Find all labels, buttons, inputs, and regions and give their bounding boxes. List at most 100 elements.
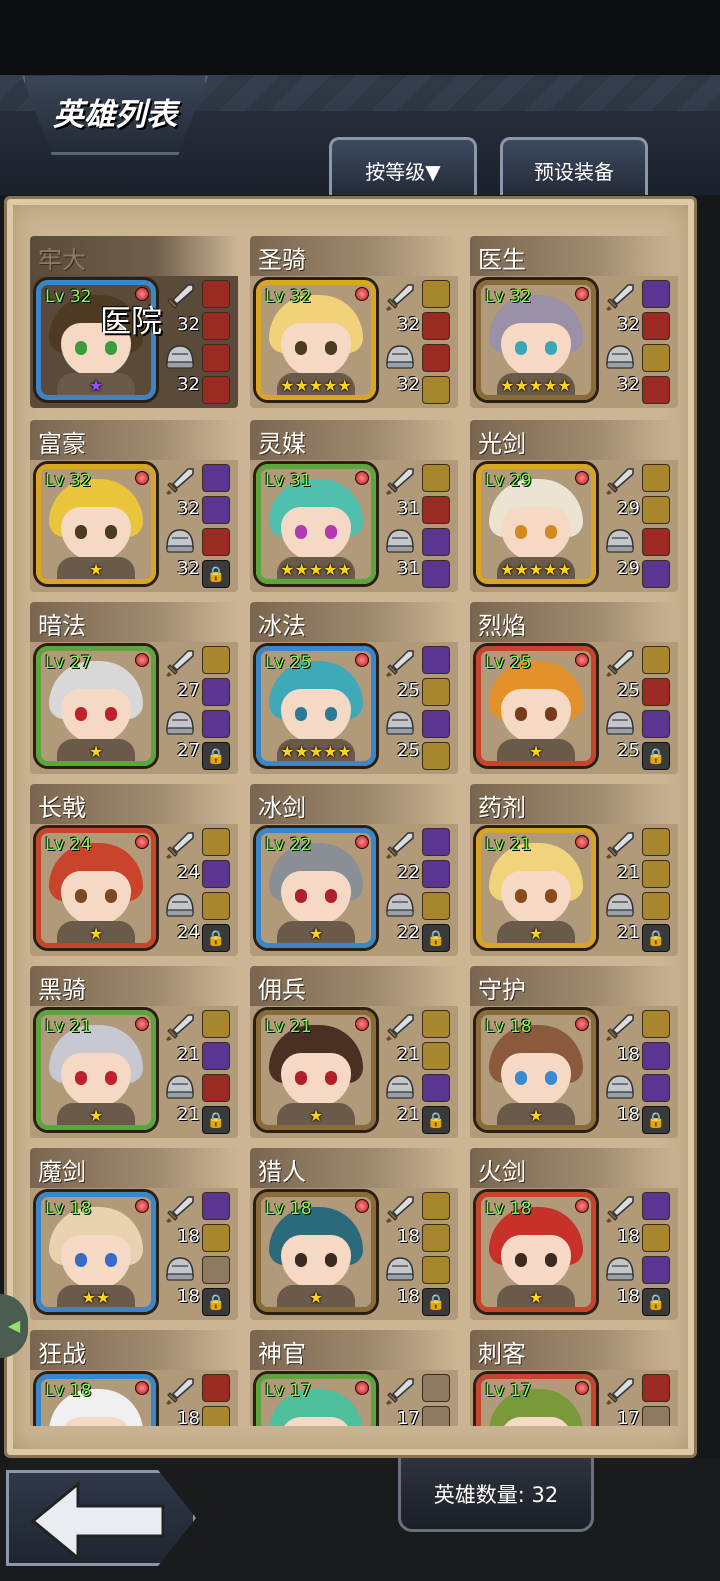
hero-card[interactable]: 光剑 Lv 29 ★★★★★ 29 29 [470,420,678,592]
equipment-slot[interactable] [642,646,670,674]
hero-card[interactable]: 富豪 Lv 32 ★ 32 32 🔒 [30,420,238,592]
equipment-slot[interactable] [202,828,230,856]
hero-card[interactable]: 守护 Lv 18 ★ 18 18 🔒 [470,966,678,1138]
equipment-slot[interactable] [422,1192,450,1220]
hero-card[interactable]: 狂战Lv 18★1818🔒 [30,1330,238,1426]
hero-portrait[interactable]: Lv 17★ [476,1374,596,1426]
equipment-slot[interactable] [422,528,450,556]
equipment-slot[interactable] [202,280,230,308]
hero-card[interactable]: 圣骑 Lv 32 ★★★★★ 32 32 [250,236,458,408]
sort-by-level-button[interactable]: 按等级▼ [329,137,477,195]
preset-equipment-button[interactable]: 预设装备 [500,137,648,195]
equipment-slot[interactable] [422,312,450,340]
equipment-slot[interactable] [642,892,670,920]
hero-portrait[interactable]: Lv 21 ★ [36,1010,156,1130]
lock-icon[interactable]: 🔒 [422,924,450,952]
hero-portrait[interactable]: Lv 32 ★ [36,464,156,584]
equipment-slot[interactable] [642,464,670,492]
equipment-slot[interactable] [642,312,670,340]
hero-portrait[interactable]: Lv 24 ★ [36,828,156,948]
equipment-slot[interactable] [422,828,450,856]
hero-card[interactable]: 猎人 Lv 18 ★ 18 18 🔒 [250,1148,458,1320]
hero-portrait[interactable]: Lv 22 ★ [256,828,376,948]
equipment-slot[interactable] [202,344,230,372]
equipment-slot[interactable] [642,710,670,738]
hero-portrait[interactable]: Lv 18 ★★ [36,1192,156,1312]
hero-portrait[interactable]: Lv 17★ [256,1374,376,1426]
equipment-slot[interactable] [642,1374,670,1402]
hero-card[interactable]: 冰剑 Lv 22 ★ 22 22 🔒 [250,784,458,956]
hero-card[interactable]: 黑骑 Lv 21 ★ 21 21 🔒 [30,966,238,1138]
hero-card[interactable]: 刺客Lv 17★1717🔒 [470,1330,678,1426]
lock-icon[interactable]: 🔒 [642,1288,670,1316]
equipment-slot[interactable] [642,1074,670,1102]
hero-portrait[interactable]: Lv 29 ★★★★★ [476,464,596,584]
hero-grid[interactable]: 牢大 Lv 32 ★ 32 32 医院 圣骑 Lv 32 ★★★★★ 32 32 医生 Lv 32 ★★★… [24,236,684,1426]
equipment-slot[interactable] [642,1010,670,1038]
hero-card[interactable]: 佣兵 Lv 21 ★ 21 21 🔒 [250,966,458,1138]
equipment-slot[interactable] [202,312,230,340]
equipment-slot[interactable] [422,1374,450,1402]
equipment-slot[interactable] [422,742,450,770]
equipment-slot[interactable] [642,560,670,588]
hero-portrait[interactable]: Lv 25 ★★★★★ [256,646,376,766]
lock-icon[interactable]: 🔒 [202,560,230,588]
equipment-slot[interactable] [642,678,670,706]
equipment-slot[interactable] [422,496,450,524]
equipment-slot[interactable] [422,280,450,308]
equipment-slot[interactable] [642,1224,670,1252]
hero-card[interactable]: 魔剑 Lv 18 ★★ 18 18 🔒 [30,1148,238,1320]
hero-portrait[interactable]: Lv 27 ★ [36,646,156,766]
lock-icon[interactable]: 🔒 [202,1288,230,1316]
equipment-slot[interactable] [422,1074,450,1102]
hero-portrait[interactable]: Lv 32 ★★★★★ [476,280,596,400]
equipment-slot[interactable] [422,376,450,404]
equipment-slot[interactable] [422,344,450,372]
equipment-slot[interactable] [642,528,670,556]
equipment-slot[interactable] [202,1074,230,1102]
equipment-slot[interactable] [202,496,230,524]
equipment-slot[interactable] [422,1406,450,1426]
equipment-slot[interactable] [422,710,450,738]
hero-portrait[interactable]: Lv 21 ★ [256,1010,376,1130]
equipment-slot[interactable] [202,710,230,738]
lock-icon[interactable]: 🔒 [422,1288,450,1316]
equipment-slot[interactable] [422,646,450,674]
hero-card[interactable]: 火剑 Lv 18 ★ 18 18 🔒 [470,1148,678,1320]
equipment-slot[interactable] [422,1042,450,1070]
hero-portrait[interactable]: Lv 25 ★ [476,646,596,766]
back-button[interactable] [6,1470,196,1566]
hero-portrait[interactable]: Lv 32 ★★★★★ [256,280,376,400]
hero-portrait[interactable]: Lv 18★ [256,1192,376,1312]
equipment-slot[interactable] [202,376,230,404]
equipment-slot[interactable] [642,1406,670,1426]
equipment-slot[interactable] [422,678,450,706]
hero-portrait[interactable]: Lv 18★ [36,1374,156,1426]
hero-portrait[interactable]: Lv 18★ [476,1010,596,1130]
equipment-slot[interactable] [642,1256,670,1284]
hero-card[interactable]: 牢大 Lv 32 ★ 32 32 医院 [30,236,238,408]
equipment-slot[interactable] [202,1042,230,1070]
hero-portrait[interactable]: Lv 21 ★ [476,828,596,948]
hero-card[interactable]: 冰法 Lv 25 ★★★★★ 25 25 [250,602,458,774]
equipment-slot[interactable] [642,828,670,856]
hero-portrait[interactable]: Lv 18★ [476,1192,596,1312]
equipment-slot[interactable] [422,1224,450,1252]
hero-card[interactable]: 药剂 Lv 21 ★ 21 21 🔒 [470,784,678,956]
equipment-slot[interactable] [642,280,670,308]
hero-card[interactable]: 烈焰 Lv 25 ★ 25 25 🔒 [470,602,678,774]
equipment-slot[interactable] [422,560,450,588]
hero-card[interactable]: 神官Lv 17★1717🔒 [250,1330,458,1426]
equipment-slot[interactable] [202,1374,230,1402]
equipment-slot[interactable] [202,528,230,556]
lock-icon[interactable]: 🔒 [422,1106,450,1134]
equipment-slot[interactable] [642,496,670,524]
equipment-slot[interactable] [202,678,230,706]
equipment-slot[interactable] [642,376,670,404]
hero-card[interactable]: 暗法 Lv 27 ★ 27 27 🔒 [30,602,238,774]
lock-icon[interactable]: 🔒 [202,924,230,952]
equipment-slot[interactable] [202,464,230,492]
hero-card[interactable]: 灵媒 Lv 31 ★★★★★ 31 31 [250,420,458,592]
equipment-slot[interactable] [642,860,670,888]
equipment-slot[interactable] [422,892,450,920]
